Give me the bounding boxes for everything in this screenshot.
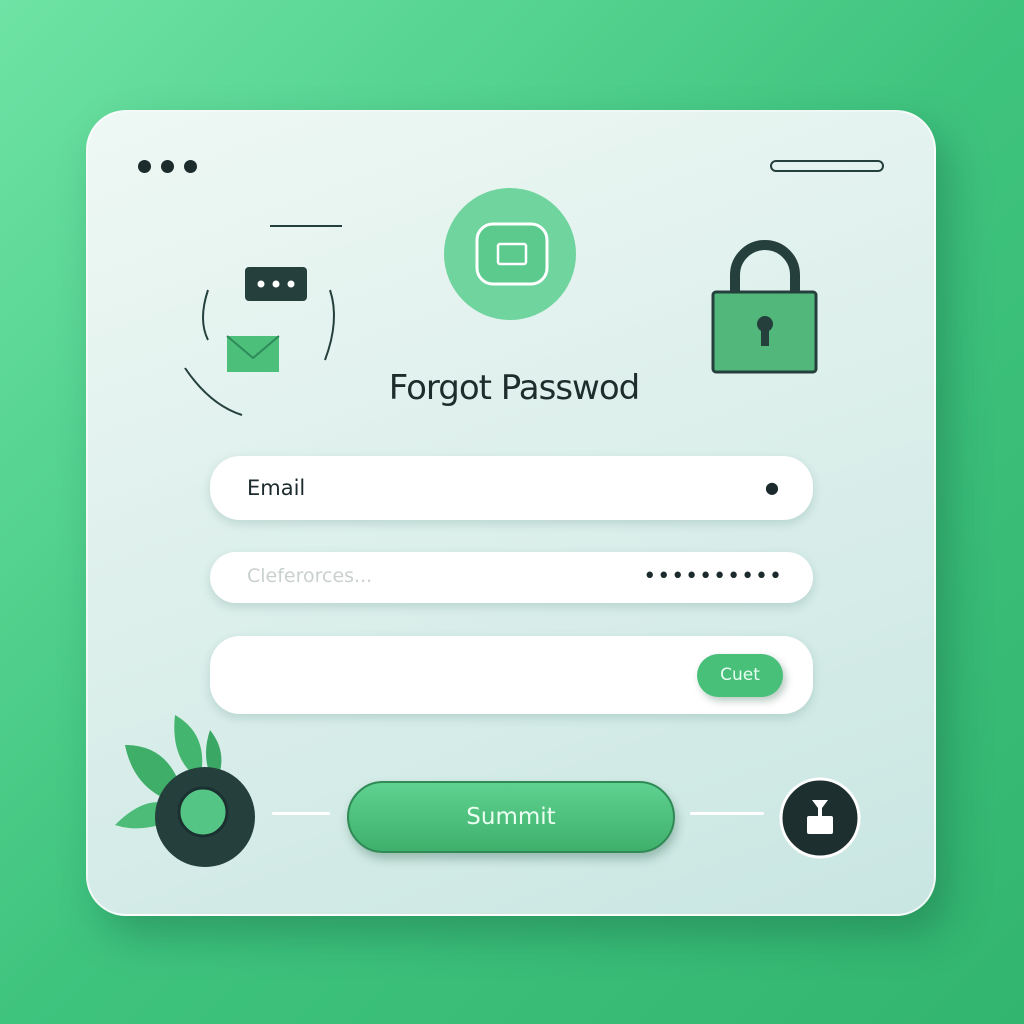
submit-button[interactable]: Summit <box>347 781 675 853</box>
password-field[interactable]: Cleferorces... •••••••••• <box>210 552 813 603</box>
page-title: Forgot Passwod <box>388 368 640 408</box>
email-label: Email <box>247 476 306 500</box>
code-field[interactable]: Cuet <box>210 636 813 714</box>
password-placeholder: Cleferorces... <box>247 565 373 587</box>
user-lock-icon[interactable] <box>778 776 862 860</box>
window-dot-icon[interactable] <box>161 160 174 173</box>
padlock-icon <box>711 240 818 374</box>
email-field[interactable]: Email ● <box>210 456 813 520</box>
chat-bubble-icon <box>245 267 307 301</box>
user-check-icon[interactable]: ● <box>765 478 779 497</box>
divider <box>272 812 330 815</box>
envelope-icon <box>226 335 280 372</box>
window-dot-icon[interactable] <box>184 160 197 173</box>
app-square-icon[interactable] <box>440 186 580 326</box>
cuet-button[interactable]: Cuet <box>697 654 783 697</box>
window-dot-icon[interactable] <box>138 160 151 173</box>
divider <box>690 812 764 815</box>
menu-bar-icon[interactable] <box>770 160 884 172</box>
password-value: •••••••••• <box>643 564 783 589</box>
leaf-knob-icon[interactable] <box>115 705 260 875</box>
